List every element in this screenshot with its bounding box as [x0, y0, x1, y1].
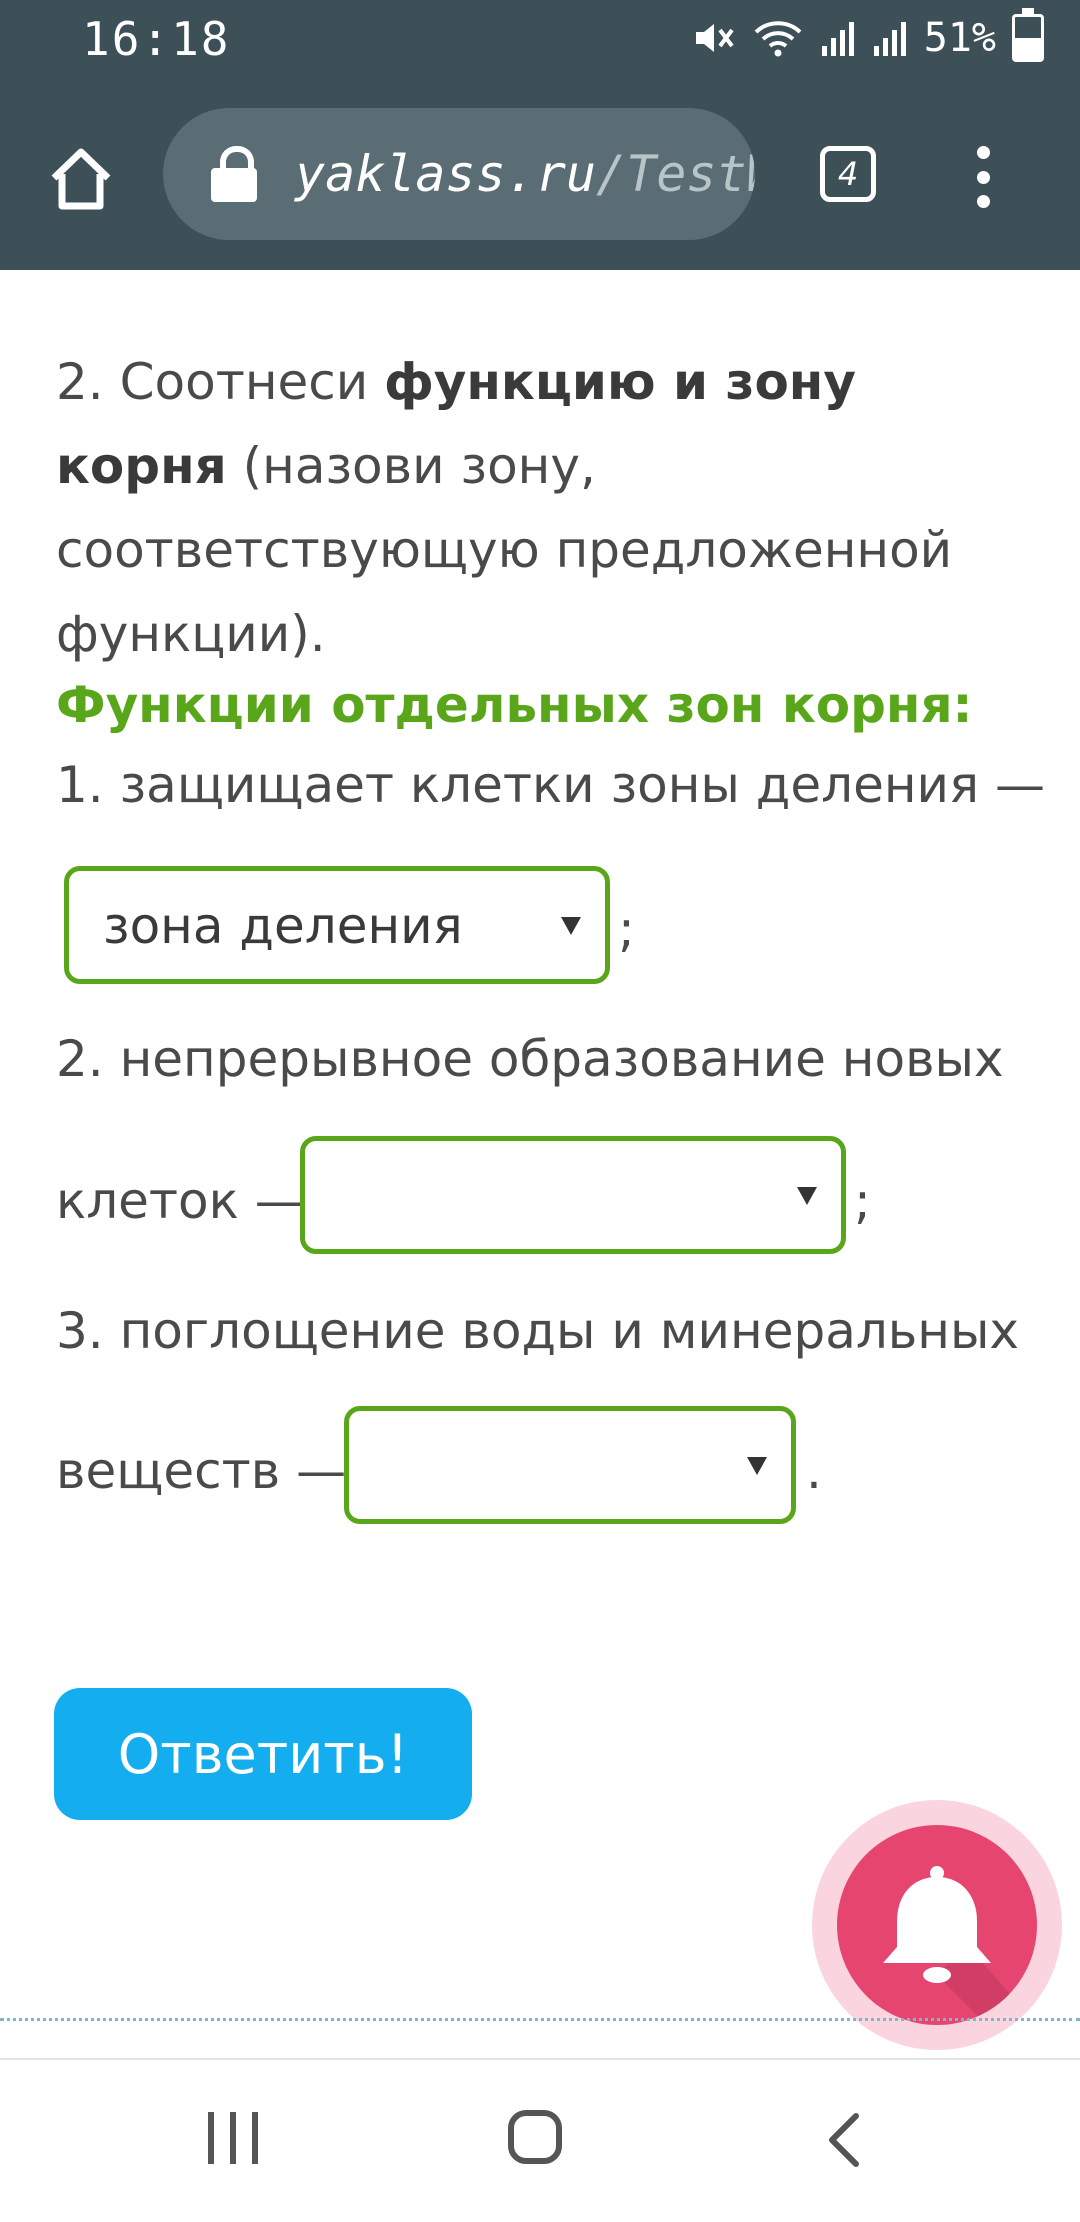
signal-icon [821, 22, 854, 56]
divider [0, 2018, 1080, 2021]
notification-bell-button[interactable] [837, 1825, 1037, 2025]
item-2-text-cont: клеток — [56, 1172, 305, 1230]
url-text[interactable]: yaklass.ru/TestW [295, 145, 755, 203]
item-3-text: 3. поглощение воды и минеральных [56, 1302, 1020, 1360]
item-3-text-cont: веществ — [56, 1442, 347, 1500]
battery-percent: 51% [923, 15, 996, 61]
url-path: /TestW [596, 145, 755, 203]
home-icon[interactable] [46, 144, 116, 214]
recent-apps-icon[interactable] [208, 2112, 258, 2164]
mute-icon [695, 24, 734, 52]
tab-count: 4 [837, 155, 859, 193]
lock-icon [211, 146, 257, 202]
wifi-icon [754, 21, 802, 57]
item-3-end: . [806, 1442, 822, 1500]
zone-select-3[interactable] [344, 1406, 796, 1524]
question-block: 2. Соотнеси функцию и зону корня (назови… [56, 340, 1016, 676]
section-title: Функции отдельных зон корня: [56, 676, 973, 734]
answer-button[interactable]: Ответить! [54, 1688, 472, 1820]
select-1-value: зона деления [103, 897, 463, 955]
status-icons: 51% [692, 8, 1044, 62]
dropdown-arrow-icon [747, 1457, 767, 1475]
item-2-end: ; [854, 1172, 871, 1230]
system-navbar [0, 2058, 1080, 2222]
browser-topbar: 16:18 51% yaklass.ru/TestW 4 [0, 0, 1080, 270]
more-menu-icon[interactable] [968, 146, 998, 208]
signal-icon-2 [873, 22, 906, 56]
battery-icon [1012, 8, 1044, 62]
back-icon[interactable] [820, 2112, 870, 2168]
dropdown-arrow-icon [561, 917, 581, 935]
nav-home-icon[interactable] [508, 2110, 562, 2164]
item-2-text: 2. непрерывное образование новых [56, 1030, 1004, 1088]
tab-switcher-button[interactable]: 4 [820, 146, 876, 202]
url-host: yaklass.ru [295, 145, 597, 203]
item-1-end: ; [618, 900, 635, 958]
status-time: 16:18 [82, 12, 231, 66]
question-text: 2. Соотнеси функцию и зону корня (назови… [56, 353, 953, 663]
bell-icon [883, 1866, 1037, 2025]
zone-select-1[interactable]: зона деления [64, 866, 610, 984]
dropdown-arrow-icon [797, 1187, 817, 1205]
item-1-text: 1. защищает клетки зоны деления — [56, 756, 1046, 814]
zone-select-2[interactable] [300, 1136, 846, 1254]
address-bar[interactable]: yaklass.ru/TestW [163, 108, 755, 240]
